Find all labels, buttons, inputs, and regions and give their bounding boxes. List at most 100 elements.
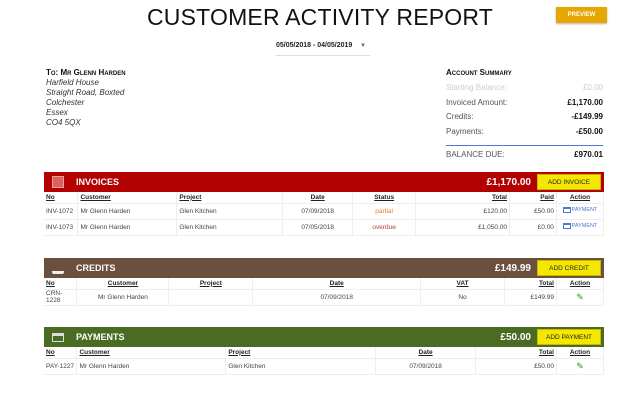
divider	[446, 145, 603, 146]
address-line: Essex	[46, 108, 68, 117]
cell: £120.00	[415, 202, 510, 219]
address-line: CO4 5QX	[46, 118, 81, 127]
cell: Glen Kitchen	[225, 357, 377, 375]
status-cell: partial	[352, 202, 417, 219]
section-total: £1,170.00	[486, 176, 532, 188]
invoice-icon	[52, 176, 64, 188]
balance-due-row: BALANCE DUE: £970.01	[446, 150, 603, 165]
account-summary: Account Summary Starting Balance: £0.00 I…	[446, 68, 603, 165]
credits-section: CREDITS £149.99 ADD CREDIT No Customer Pro…	[44, 258, 605, 306]
label: Credits:	[446, 112, 474, 121]
payment-button[interactable]: PAYMENT	[562, 207, 598, 213]
cell: 07/05/2018	[282, 218, 354, 236]
table-row[interactable]: PAY-1227 Mr Glenn Harden Glen Kitchen 07/09…	[44, 357, 605, 375]
payments-header: PAYMENTS £50.00 ADD PAYMENT	[44, 327, 604, 347]
label: Starting Balance:	[446, 83, 507, 92]
col-header[interactable]: Project	[168, 278, 254, 289]
col-header: Action	[556, 192, 605, 203]
col-header: Action	[556, 278, 605, 289]
credits-table: No Customer Project Date VAT Total Action CRN-…	[44, 278, 605, 306]
cell: 07/09/2018	[282, 202, 354, 219]
cell: 07/09/2018	[252, 288, 422, 306]
col-header[interactable]: Project	[176, 192, 284, 203]
card-icon	[562, 223, 571, 229]
col-header[interactable]: Paid	[509, 192, 557, 203]
section-title: INVOICES	[76, 177, 120, 187]
customer-address: To: Mr Glenn Harden Harfield House Strai…	[46, 68, 126, 128]
cell: Mr Glenn Harden	[77, 218, 178, 236]
col-header[interactable]: Total	[504, 278, 557, 289]
invoices-header: INVOICES £1,170.00 ADD INVOICE	[44, 172, 604, 192]
value: -£149.99	[571, 112, 603, 121]
col-header[interactable]: No	[44, 192, 79, 203]
cell: INV-1073	[44, 218, 79, 236]
cell: £50.00	[509, 202, 557, 219]
col-header[interactable]: No	[44, 347, 78, 358]
cell: Glen Kitchen	[176, 218, 284, 236]
address-line: Colchester	[46, 98, 85, 107]
table-row[interactable]: CRN-1228 Mr Glenn Harden 07/09/2018 No £149.…	[44, 288, 605, 306]
col-header[interactable]: VAT	[420, 278, 506, 289]
label: BALANCE DUE:	[446, 150, 505, 159]
card-icon	[562, 207, 571, 213]
payment-button[interactable]: PAYMENT	[562, 223, 598, 229]
label: PAYMENT	[571, 223, 598, 229]
col-header[interactable]: Customer	[76, 278, 170, 289]
cell	[168, 288, 254, 306]
invoices-table: No Customer Project Date Status Total Paid Acti…	[44, 192, 605, 236]
section-title: CREDITS	[76, 263, 116, 273]
col-header[interactable]: No	[44, 278, 78, 289]
cell: £149.99	[504, 288, 557, 306]
value: -£50.00	[575, 126, 603, 136]
add-invoice-button[interactable]: ADD INVOICE	[537, 174, 601, 190]
table-row[interactable]: INV-1073 Mr Glenn Harden Glen Kitchen 07/05…	[44, 218, 605, 236]
add-credit-button[interactable]: ADD CREDIT	[537, 260, 601, 276]
value: £0.00	[582, 83, 603, 92]
address-line: Straight Road, Boxted	[46, 88, 125, 97]
col-header[interactable]: Date	[375, 347, 477, 358]
date-range-select[interactable]: 05/05/2018 - 04/05/2019 ▼	[276, 42, 370, 56]
edit-pencil-icon[interactable]: ✎	[576, 292, 584, 302]
hand-coin-icon	[52, 262, 64, 274]
value: £1,170.00	[567, 97, 603, 107]
col-header[interactable]: Date	[252, 278, 422, 289]
value: £970.01	[574, 150, 603, 159]
payments-section: PAYMENTS £50.00 ADD PAYMENT No Customer Pr…	[44, 327, 605, 375]
page-title: CUSTOMER ACTIVITY REPORT	[146, 4, 494, 30]
col-header: Action	[556, 347, 605, 358]
payments-row: Payments: -£50.00	[446, 127, 603, 142]
section-total: £50.00	[500, 331, 531, 343]
label: Invoiced Amount:	[446, 97, 508, 107]
col-header[interactable]: Project	[225, 347, 377, 358]
invoices-section: INVOICES £1,170.00 ADD INVOICE No Custome…	[44, 172, 605, 236]
add-payment-button[interactable]: ADD PAYMENT	[537, 329, 601, 345]
card-icon	[52, 332, 64, 342]
col-header[interactable]: Total	[475, 347, 557, 358]
col-header[interactable]: Date	[282, 192, 354, 203]
credits-header: CREDITS £149.99 ADD CREDIT	[44, 258, 604, 278]
summary-title: Account Summary	[446, 68, 512, 77]
col-header[interactable]: Status	[352, 192, 417, 203]
col-header[interactable]: Total	[415, 192, 510, 203]
invoiced-row: Invoiced Amount: £1,170.00	[446, 98, 603, 113]
cell: CRN-1228	[44, 288, 78, 306]
cell: £0.00	[509, 218, 557, 236]
cell: No	[420, 288, 506, 306]
label: PAYMENT	[571, 207, 598, 213]
cell: PAY-1227	[44, 357, 78, 375]
cell: Mr Glenn Harden	[76, 288, 170, 306]
cell: Mr Glenn Harden	[76, 357, 227, 375]
edit-pencil-icon[interactable]: ✎	[576, 361, 584, 371]
table-row[interactable]: INV-1072 Mr Glenn Harden Glen Kitchen 07/09…	[44, 202, 605, 219]
cell: Glen Kitchen	[176, 202, 284, 219]
preview-button[interactable]: PREVIEW	[556, 7, 607, 23]
section-total: £149.99	[494, 262, 531, 274]
date-range-value: 05/05/2018 - 04/05/2019	[276, 42, 353, 49]
chevron-down-icon: ▼	[360, 43, 366, 49]
cell: INV-1072	[44, 202, 79, 219]
col-header[interactable]: Customer	[76, 347, 227, 358]
cell: 07/09/2018	[375, 357, 477, 375]
col-header[interactable]: Customer	[77, 192, 178, 203]
label: Payments:	[446, 126, 484, 136]
status-cell: overdue	[352, 218, 417, 236]
